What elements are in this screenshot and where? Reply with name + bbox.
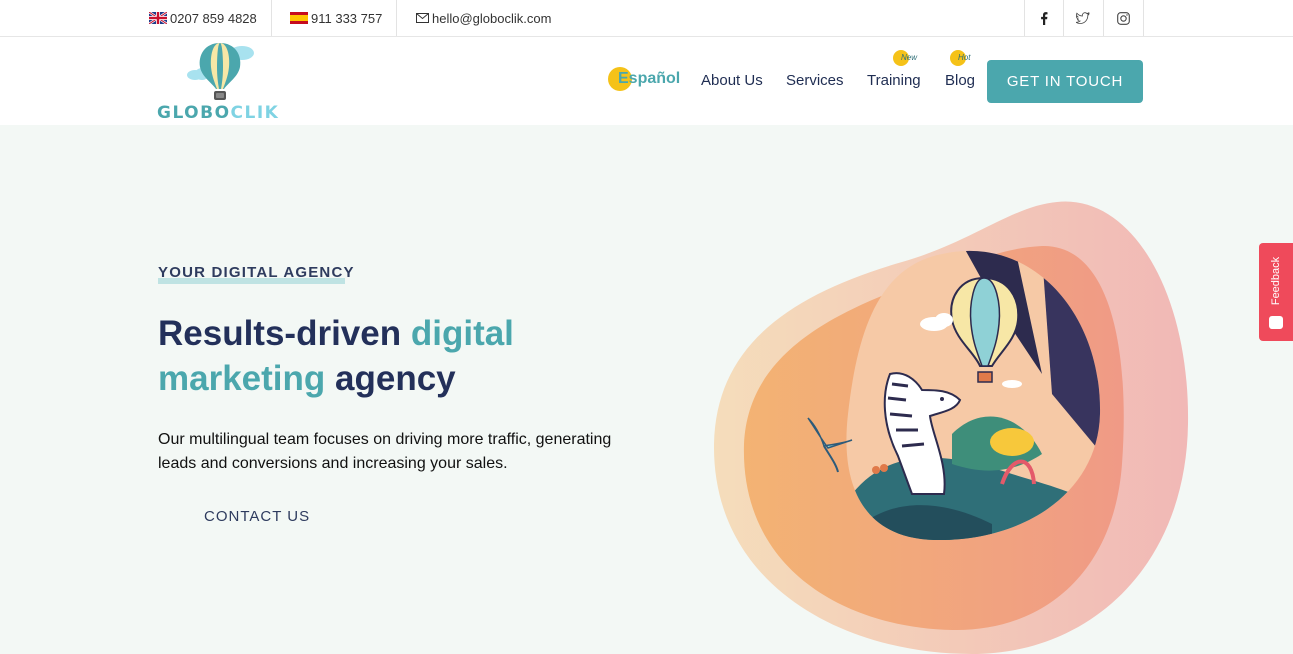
divider xyxy=(271,0,272,36)
hero-description: Our multilingual team focuses on driving… xyxy=(158,431,612,472)
balloon-logo-icon xyxy=(187,43,254,100)
phone-es-text: 911 333 757 xyxy=(311,10,383,26)
globoclik-logo[interactable]: GLOBOCLIK xyxy=(157,41,287,123)
logo-part2: CLIK xyxy=(230,103,280,123)
hero-illustration xyxy=(713,201,1189,654)
feedback-icon xyxy=(1269,316,1283,329)
nav-blog[interactable]: Blog xyxy=(945,72,975,89)
phone-es[interactable]: 911 333 757 xyxy=(290,0,382,36)
facebook-icon[interactable] xyxy=(1024,0,1064,36)
instagram-icon[interactable] xyxy=(1103,0,1143,36)
uk-flag-icon xyxy=(149,12,167,24)
mail-icon xyxy=(416,13,429,23)
logo-part1: GLOBO xyxy=(157,103,231,123)
feedback-label: Feedback xyxy=(1270,256,1282,306)
feedback-tab[interactable]: Feedback xyxy=(1259,243,1293,341)
hero-eyebrow: YOUR DIGITAL AGENCY xyxy=(158,264,355,281)
nav-about-us[interactable]: About Us xyxy=(701,72,763,89)
hot-badge-text: Hot xyxy=(958,53,971,62)
phone-uk[interactable]: 0207 859 4828 xyxy=(149,0,257,36)
hero-headline: Results-driven digital marketing agency xyxy=(158,311,578,401)
email-text: hello@globoclik.com xyxy=(432,10,552,26)
divider xyxy=(1143,0,1144,36)
twitter-icon[interactable] xyxy=(1063,0,1103,36)
main-header: GLOBOCLIK Español About Us Services New … xyxy=(0,37,1293,125)
headline-part3: agency xyxy=(325,359,456,398)
top-bar: 0207 859 4828 911 333 757 hello@globocli… xyxy=(0,0,1293,37)
hot-badge: Hot xyxy=(950,50,971,66)
nav-language-label: Español xyxy=(618,70,681,87)
nav-services[interactable]: Services xyxy=(786,72,844,89)
nav-language-spanish[interactable]: Español xyxy=(608,67,681,91)
nav-training[interactable]: Training xyxy=(867,72,921,89)
divider xyxy=(396,0,397,36)
logo-wordmark: GLOBOCLIK xyxy=(157,103,279,123)
phone-uk-text: 0207 859 4828 xyxy=(170,10,257,26)
contact-us-link[interactable]: CONTACT US xyxy=(204,508,310,525)
new-badge: New xyxy=(893,50,918,66)
spain-flag-icon xyxy=(290,12,308,24)
feedback-label-wrap: Feedback xyxy=(1261,253,1291,309)
email-link[interactable]: hello@globoclik.com xyxy=(416,0,551,36)
headline-part1: Results-driven xyxy=(158,314,411,353)
get-in-touch-button[interactable]: GET IN TOUCH xyxy=(987,60,1143,103)
new-badge-text: New xyxy=(901,53,918,62)
